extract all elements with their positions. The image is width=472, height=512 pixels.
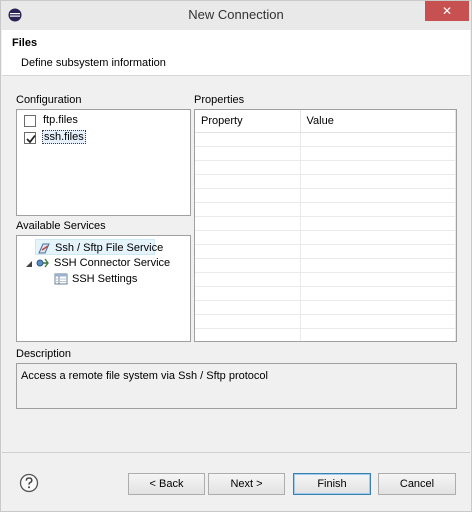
- description-label: Description: [16, 348, 72, 360]
- table-row: [195, 272, 456, 287]
- table-row: [195, 314, 456, 329]
- window-title: New Connection: [188, 7, 284, 22]
- finish-button[interactable]: Finish: [293, 473, 371, 495]
- tree-item-sftp-file-service[interactable]: Ssh / Sftp File Service: [35, 239, 163, 255]
- config-item-label: ssh.files: [42, 130, 86, 144]
- configuration-list[interactable]: ftp.files ssh.files: [16, 109, 191, 216]
- tree-item-ssh-settings[interactable]: SSH Settings: [53, 271, 173, 287]
- services-tree[interactable]: Ssh / Sftp File Service SSH Connector Se…: [16, 235, 191, 342]
- tree-item-ssh-connector-service[interactable]: SSH Connector Service: [24, 255, 184, 271]
- close-icon: ✕: [441, 4, 453, 18]
- table-row: [195, 328, 456, 341]
- close-button[interactable]: ✕: [425, 1, 469, 21]
- config-item-ssh[interactable]: ssh.files: [24, 130, 184, 146]
- properties-table[interactable]: Property Value: [194, 109, 457, 342]
- page-subtitle: Define subsystem information: [21, 57, 166, 69]
- table-row: [195, 300, 456, 315]
- table-row: [195, 188, 456, 203]
- table-row: [195, 286, 456, 301]
- next-button[interactable]: Next >: [208, 473, 285, 495]
- tree-item-label: SSH Settings: [72, 273, 138, 285]
- table-row: [195, 160, 456, 175]
- wizard-header: Files Define subsystem information: [2, 30, 470, 76]
- file-service-icon: [37, 241, 51, 255]
- title-bar: New Connection ✕: [1, 1, 471, 30]
- table-row: [195, 146, 456, 161]
- cancel-button[interactable]: Cancel: [378, 473, 456, 495]
- configuration-label: Configuration: [16, 94, 82, 106]
- back-button[interactable]: < Back: [128, 473, 205, 495]
- table-row: [195, 258, 456, 273]
- table-row: [195, 230, 456, 245]
- properties-grid: Property Value: [195, 110, 456, 341]
- divider: [2, 452, 470, 453]
- config-item-label: ftp.files: [43, 114, 78, 126]
- tree-item-label: Ssh / Sftp File Service: [55, 242, 164, 254]
- table-row: [195, 244, 456, 259]
- properties-label: Properties: [194, 94, 245, 106]
- table-row: [195, 202, 456, 217]
- property-column-header[interactable]: Property: [195, 110, 301, 133]
- table-row: [195, 174, 456, 189]
- description-box: Access a remote file system via Ssh / Sf…: [16, 363, 457, 409]
- ftp-files-checkbox[interactable]: [24, 115, 36, 127]
- expand-arrow-icon[interactable]: [25, 259, 33, 267]
- table-row: [195, 216, 456, 231]
- table-row: [195, 132, 456, 147]
- help-icon[interactable]: [19, 473, 39, 493]
- tree-item-label: SSH Connector Service: [54, 257, 171, 269]
- ssh-files-checkbox[interactable]: [24, 132, 36, 144]
- page-title: Files: [12, 37, 38, 49]
- connector-icon: [36, 256, 50, 270]
- new-connection-dialog: New Connection ✕ Files Define subsystem …: [0, 0, 472, 512]
- value-column-header[interactable]: Value: [300, 110, 456, 133]
- description-text: Access a remote file system via Ssh / Sf…: [21, 370, 268, 382]
- config-item-ftp[interactable]: ftp.files: [24, 113, 184, 129]
- services-label: Available Services: [16, 220, 106, 232]
- settings-table-icon: [54, 272, 68, 286]
